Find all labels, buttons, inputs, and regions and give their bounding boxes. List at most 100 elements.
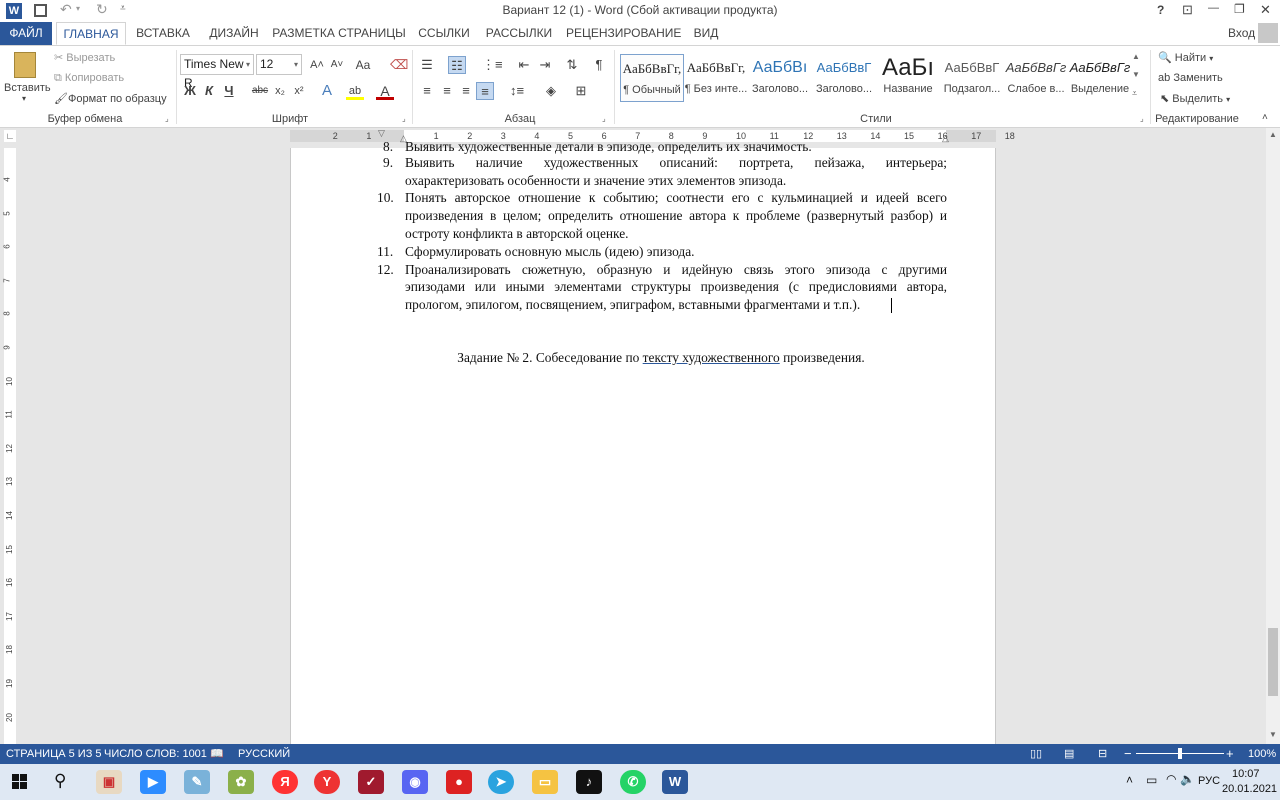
tab-file[interactable]: ФАЙЛ <box>0 22 52 45</box>
select-button[interactable]: ⬉ Выделить ▾ <box>1160 89 1230 109</box>
style-heading-2[interactable]: АаБбВвГ Заголово... <box>812 54 876 102</box>
shading-icon[interactable]: ◈ <box>542 82 560 100</box>
app-icon[interactable]: ✓ <box>358 770 384 794</box>
dialog-launcher-icon[interactable]: ⌟ <box>602 114 606 123</box>
grow-font-icon[interactable]: A˄ <box>308 56 326 74</box>
style-heading-1[interactable]: АаБбВı Заголово... <box>748 54 812 102</box>
font-size-combo[interactable]: 12 ▾ <box>256 54 302 75</box>
vertical-ruler[interactable]: 4 5 6 7 8 9 10 11 12 13 14 15 16 17 18 19 20 <box>3 148 16 744</box>
zoom-slider-thumb[interactable] <box>1178 748 1182 759</box>
change-case-icon[interactable]: Aa <box>352 56 374 74</box>
game-app-icon[interactable]: ● <box>446 770 472 794</box>
superscript-button[interactable]: x² <box>290 82 308 100</box>
help-icon[interactable]: ? <box>1157 3 1164 17</box>
multilevel-list-icon[interactable]: ⋮≡ <box>482 56 503 74</box>
tab-page-layout[interactable]: РАЗМЕТКА СТРАНИЦЫ <box>272 22 406 45</box>
replace-button[interactable]: ab Заменить <box>1158 68 1223 88</box>
scroll-down-icon[interactable]: ▼ <box>1269 730 1277 739</box>
show-hidden-icons-icon[interactable]: ˄ <box>1126 773 1133 787</box>
tab-view[interactable]: ВИД <box>688 22 724 45</box>
yandex-icon[interactable]: Я <box>272 770 298 794</box>
paste-button[interactable]: Вставить ▾ <box>4 50 51 108</box>
zoom-out-button[interactable]: − <box>1124 744 1132 764</box>
borders-icon[interactable]: ⊞ <box>572 82 590 100</box>
input-language[interactable]: РУС <box>1198 775 1220 787</box>
print-layout-icon[interactable]: ▤ <box>1064 744 1074 764</box>
windows-start-icon[interactable] <box>12 774 28 790</box>
undo-dropdown-icon[interactable]: ▾ <box>76 4 80 13</box>
zoom-app-icon[interactable]: ▶ <box>140 770 166 794</box>
clock-date[interactable]: 20.01.2021 <box>1222 783 1277 795</box>
ribbon-display-options-icon[interactable]: ⊡ <box>1182 2 1193 18</box>
read-mode-icon[interactable]: ▯▯ <box>1030 744 1042 764</box>
tab-references[interactable]: ССЫЛКИ <box>414 22 474 45</box>
style-subtitle[interactable]: АаБбВвГ Подзагол... <box>940 54 1004 102</box>
subscript-button[interactable]: x₂ <box>271 82 289 100</box>
dialog-launcher-icon[interactable]: ⌟ <box>402 114 406 123</box>
styles-scroll-down-icon[interactable]: ▼ <box>1132 70 1140 79</box>
styles-more-icon[interactable]: ⩡ <box>1132 88 1137 99</box>
style-emphasis[interactable]: АаБбВвГг Выделение <box>1068 54 1132 102</box>
dialog-launcher-icon[interactable]: ⌟ <box>165 114 169 123</box>
sort-icon[interactable]: ⇅ <box>563 56 581 74</box>
tiktok-icon[interactable]: ♪ <box>576 770 602 794</box>
undo-icon[interactable]: ↶ <box>60 1 72 18</box>
word-app-icon[interactable]: W <box>6 3 22 19</box>
numbering-icon[interactable]: ☷ <box>448 56 466 74</box>
save-icon[interactable] <box>34 4 47 17</box>
scroll-thumb[interactable] <box>1268 628 1278 696</box>
strikethrough-button[interactable]: abc <box>250 82 270 100</box>
style-title[interactable]: АаБı Название <box>876 54 940 102</box>
bullets-icon[interactable]: ☰ <box>418 56 436 74</box>
align-left-icon[interactable]: ≡ <box>418 82 436 100</box>
style-no-spacing[interactable]: АаБбВвГг, ¶ Без инте... <box>684 54 748 102</box>
avatar[interactable] <box>1258 23 1278 43</box>
bold-button[interactable]: Ж <box>181 82 199 100</box>
page-count[interactable]: СТРАНИЦА 5 ИЗ 5 <box>6 744 102 764</box>
line-spacing-icon[interactable]: ↕≡ <box>508 82 526 100</box>
tab-design[interactable]: ДИЗАЙН <box>204 22 264 45</box>
tab-selector[interactable]: ∟ <box>4 130 16 142</box>
styles-scroll-up-icon[interactable]: ▲ <box>1132 52 1140 61</box>
volume-icon[interactable]: 🔈 <box>1180 772 1195 786</box>
text-effects-icon[interactable]: A <box>318 82 336 100</box>
style-normal[interactable]: АаБбВвГг, ¶ Обычный <box>620 54 684 102</box>
language-indicator[interactable]: РУССКИЙ <box>238 744 290 764</box>
font-name-combo[interactable]: Times New R ▾ <box>180 54 254 90</box>
close-button[interactable]: ✕ <box>1260 2 1271 18</box>
zoom-level[interactable]: 100% <box>1248 744 1276 764</box>
increase-indent-icon[interactable]: ⇥ <box>536 56 554 74</box>
web-layout-icon[interactable]: ⊟ <box>1098 744 1107 764</box>
font-color-icon[interactable]: A <box>376 82 394 100</box>
tab-review[interactable]: РЕЦЕНЗИРОВАНИЕ <box>566 22 681 45</box>
highlight-icon[interactable]: ab <box>346 82 364 100</box>
style-subtle-emphasis[interactable]: АаБбВвГг Слабое в... <box>1004 54 1068 102</box>
clear-formatting-icon[interactable]: ⌫ <box>390 56 408 74</box>
vertical-scrollbar[interactable]: ▲ ▼ <box>1266 128 1280 744</box>
telegram-icon[interactable]: ➤ <box>488 770 514 794</box>
tab-home[interactable]: ГЛАВНАЯ <box>56 22 126 45</box>
word-count[interactable]: ЧИСЛО СЛОВ: 1001 <box>104 744 207 764</box>
search-icon[interactable]: ⚲ <box>54 771 66 791</box>
game-app-icon[interactable]: ✿ <box>228 770 254 794</box>
dialog-launcher-icon[interactable]: ⌟ <box>1140 114 1144 123</box>
clock-time[interactable]: 10:07 <box>1232 768 1260 780</box>
format-painter-button[interactable]: 🖌Формат по образцу <box>54 89 167 109</box>
shrink-font-icon[interactable]: A˅ <box>328 56 346 74</box>
tab-insert[interactable]: ВСТАВКА <box>132 22 194 45</box>
file-explorer-icon[interactable]: ▭ <box>532 770 558 794</box>
proofing-icon[interactable]: 📖 <box>210 744 224 764</box>
zoom-in-button[interactable]: + <box>1226 744 1234 764</box>
network-icon[interactable]: ▭ <box>1146 773 1157 787</box>
yandex-browser-icon[interactable]: Y <box>314 770 340 794</box>
word-taskbar-icon[interactable]: W <box>662 770 688 794</box>
restore-button[interactable]: ❐ <box>1234 2 1245 16</box>
wifi-icon[interactable]: ◠ <box>1166 772 1176 786</box>
italic-button[interactable]: К <box>200 82 218 100</box>
collapse-ribbon-icon[interactable]: ˄ <box>1262 112 1268 123</box>
whatsapp-icon[interactable]: ✆ <box>620 770 646 794</box>
app-icon[interactable]: ▣ <box>96 770 122 794</box>
discord-icon[interactable]: ◉ <box>402 770 428 794</box>
document-page[interactable]: 8. Выявить художественные детали в эпизо… <box>290 139 996 744</box>
customize-qat-icon[interactable]: ⩡ <box>120 3 126 14</box>
